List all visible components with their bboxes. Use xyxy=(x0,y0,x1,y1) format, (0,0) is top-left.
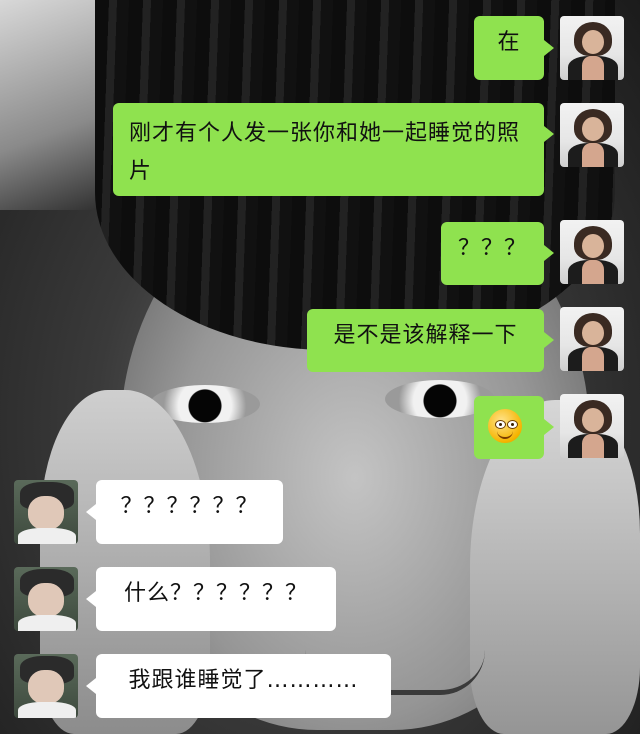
their-avatar[interactable] xyxy=(14,567,78,631)
message-text: 什么？？？？？？ xyxy=(123,581,308,606)
message-text: 是不是该解释一下 xyxy=(333,323,518,348)
message-bubble[interactable]: 刚才有个人发一张你和她一起睡觉的照片 xyxy=(113,103,544,196)
message-text: 刚才有个人发一张你和她一起睡觉的照片 xyxy=(129,121,521,184)
bubble-tail xyxy=(86,504,96,520)
my-avatar[interactable] xyxy=(560,394,624,458)
message-text: 在 xyxy=(497,30,521,55)
bubble-tail xyxy=(544,245,554,261)
my-avatar[interactable] xyxy=(560,16,624,80)
message-text: 我跟谁睡觉了………… xyxy=(128,668,359,693)
my-avatar[interactable] xyxy=(560,220,624,284)
message-bubble[interactable] xyxy=(474,396,544,459)
message-text: ？？？？？？ xyxy=(120,494,259,519)
message-bubble[interactable]: ？？？ xyxy=(441,222,544,285)
message-bubble[interactable]: ？？？？？？ xyxy=(96,480,283,544)
bubble-tail xyxy=(544,332,554,348)
bubble-tail xyxy=(544,40,554,56)
bubble-tail xyxy=(544,126,554,142)
message-bubble[interactable]: 什么？？？？？？ xyxy=(96,567,336,631)
their-avatar[interactable] xyxy=(14,654,78,718)
bubble-tail xyxy=(86,591,96,607)
bubble-tail xyxy=(86,678,96,694)
my-avatar[interactable] xyxy=(560,103,624,167)
message-bubble[interactable]: 在 xyxy=(474,16,544,80)
message-bubble[interactable]: 我跟谁睡觉了………… xyxy=(96,654,391,718)
their-avatar[interactable] xyxy=(14,480,78,544)
grin-emoji-icon xyxy=(488,409,522,443)
bubble-tail xyxy=(544,419,554,435)
message-bubble[interactable]: 是不是该解释一下 xyxy=(307,309,544,372)
my-avatar[interactable] xyxy=(560,307,624,371)
message-text: ？？？ xyxy=(457,236,527,261)
